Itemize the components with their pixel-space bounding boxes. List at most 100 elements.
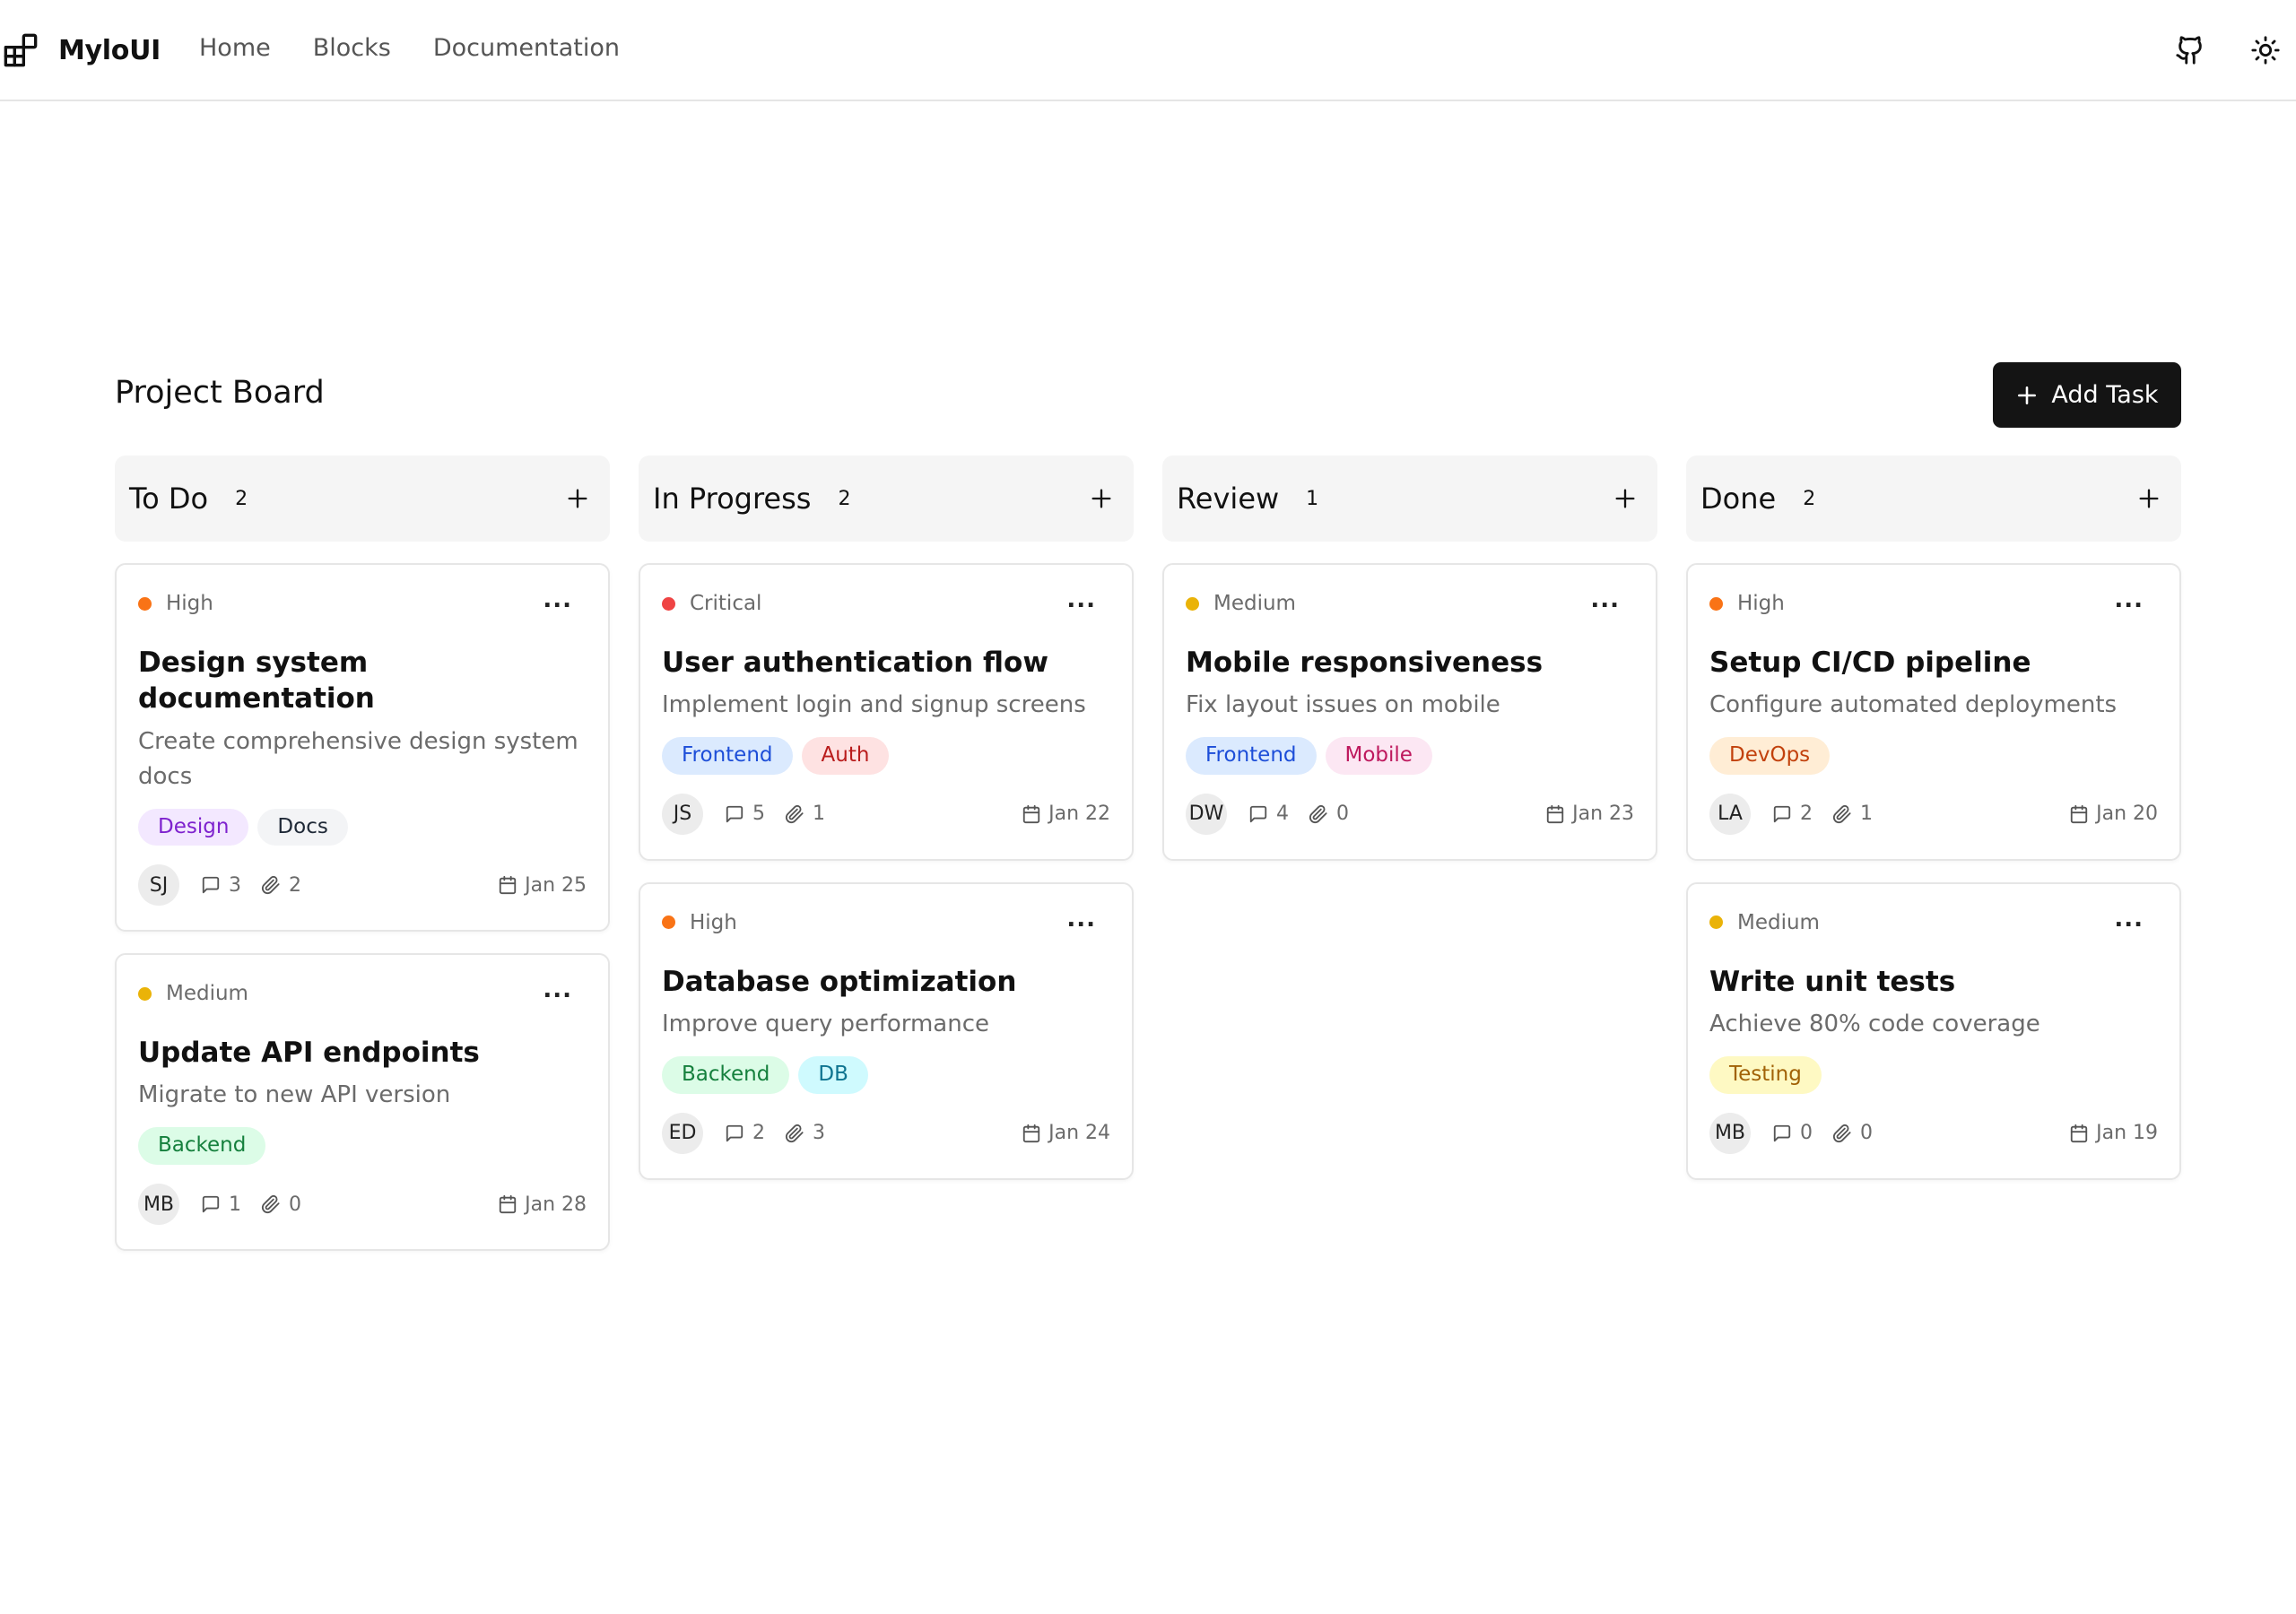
column-count: 2 <box>235 487 248 510</box>
comment-count: 1 <box>201 1193 241 1216</box>
comment-count-value: 4 <box>1276 803 1289 826</box>
column-in-progress: In Progress 2 Critical ... User authenti… <box>639 456 1134 1180</box>
brand[interactable]: MyloUI <box>3 32 161 68</box>
card-title: Write unit tests <box>1709 965 1956 998</box>
calendar-icon <box>499 1194 517 1214</box>
avatar[interactable]: SJ <box>138 864 179 907</box>
paperclip-icon <box>785 804 804 823</box>
priority-dot <box>1186 596 1199 611</box>
theme-toggle-button[interactable] <box>2248 32 2283 68</box>
priority-label: High <box>690 910 737 934</box>
comment-count: 0 <box>1772 1122 1813 1144</box>
plus-icon <box>568 489 587 508</box>
due-date: Jan 24 <box>1022 1122 1110 1144</box>
card-title: Mobile responsiveness <box>1186 646 1544 679</box>
attachment-count-value: 0 <box>1336 803 1349 826</box>
github-button[interactable] <box>2172 32 2208 68</box>
card-header: High ... <box>1709 588 2158 619</box>
task-card[interactable]: Medium ... Write unit tests Achieve 80% … <box>1686 881 2181 1180</box>
column-title: Done <box>1700 482 1777 516</box>
column-review: Review 1 Medium ... Mobile responsivenes… <box>1162 456 1657 861</box>
message-square-icon <box>1249 805 1267 823</box>
plus-icon <box>1615 489 1635 508</box>
column-add-button[interactable] <box>560 481 596 516</box>
comment-count: 2 <box>1772 803 1813 825</box>
column-header: To Do 2 <box>115 456 610 542</box>
card-header: Medium ... <box>1709 907 2158 938</box>
tag-list: Backend <box>138 1127 587 1166</box>
brand-name: MyloUI <box>58 34 161 66</box>
card-header: Medium ... <box>138 978 587 1009</box>
due-date-value: Jan 20 <box>2096 803 2158 826</box>
more-horizontal-icon[interactable]: ... <box>1066 588 1096 619</box>
column-done: Done 2 High ... Setup CI/CD pipeline Con… <box>1686 456 2181 1180</box>
attachment-count-value: 0 <box>1860 1122 1873 1145</box>
avatar[interactable]: MB <box>138 1184 179 1226</box>
tag: Auth <box>801 737 890 775</box>
nav-link-blocks[interactable]: Blocks <box>313 34 391 62</box>
tag: Mobile <box>1325 737 1432 775</box>
more-horizontal-icon[interactable]: ... <box>1590 588 1620 619</box>
comment-count-value: 1 <box>229 1193 241 1216</box>
priority-label: Medium <box>166 982 248 1006</box>
more-horizontal-icon[interactable]: ... <box>543 978 572 1009</box>
task-card[interactable]: Medium ... Mobile responsiveness Fix lay… <box>1162 563 1657 861</box>
column-add-button[interactable] <box>1607 481 1643 516</box>
tag: DevOps <box>1709 737 1831 775</box>
paperclip-icon <box>261 1195 280 1214</box>
avatar[interactable]: LA <box>1709 793 1751 835</box>
calendar-icon <box>2070 804 2088 823</box>
column-title: To Do <box>129 482 209 516</box>
blocks-icon <box>4 33 38 67</box>
message-square-icon <box>1773 805 1791 823</box>
nav-link-home[interactable]: Home <box>199 34 271 62</box>
card-title: Database optimization <box>662 965 1017 998</box>
avatar[interactable]: JS <box>662 793 703 835</box>
tag-list: Frontend Auth <box>662 737 1110 775</box>
message-square-icon <box>1773 1124 1791 1141</box>
task-card[interactable]: High ... Database optimization Improve q… <box>639 881 1134 1180</box>
card-header: High ... <box>138 588 587 619</box>
priority-dot <box>138 986 152 1001</box>
avatar[interactable]: MB <box>1709 1112 1751 1154</box>
priority-dot <box>1709 915 1723 930</box>
task-card[interactable]: High ... Design system documentation Cre… <box>115 563 610 933</box>
due-date: Jan 22 <box>1022 803 1110 825</box>
column-add-button[interactable] <box>1083 481 1119 516</box>
comment-count-value: 0 <box>1800 1122 1813 1145</box>
column-header: Review 1 <box>1162 456 1657 542</box>
avatar[interactable]: DW <box>1186 793 1227 835</box>
priority-label: Critical <box>690 592 762 615</box>
more-horizontal-icon[interactable]: ... <box>1066 907 1096 938</box>
card-list: Medium ... Mobile responsiveness Fix lay… <box>1162 563 1657 861</box>
board-title: Project Board <box>115 375 325 411</box>
add-task-button[interactable]: Add Task <box>1993 362 2181 428</box>
more-horizontal-icon[interactable]: ... <box>543 588 572 619</box>
due-date: Jan 23 <box>1545 803 1634 825</box>
due-date-value: Jan 19 <box>2096 1122 2158 1145</box>
more-horizontal-icon[interactable]: ... <box>2114 907 2144 938</box>
card-list: High ... Design system documentation Cre… <box>115 563 610 1252</box>
task-card[interactable]: Medium ... Update API endpoints Migrate … <box>115 953 610 1252</box>
card-description: Implement login and signup screens <box>662 691 1086 719</box>
column-add-button[interactable] <box>2131 481 2167 516</box>
attachment-count-value: 0 <box>289 1193 301 1216</box>
comment-count-value: 3 <box>229 873 241 897</box>
card-description: Improve query performance <box>662 1011 990 1038</box>
avatar[interactable]: ED <box>662 1112 703 1154</box>
comment-count: 5 <box>725 803 765 825</box>
card-description: Create comprehensive design system docs <box>138 727 578 790</box>
attachment-count: 0 <box>1832 1122 1873 1144</box>
priority-label: High <box>166 592 213 615</box>
task-card[interactable]: High ... Setup CI/CD pipeline Configure … <box>1686 563 2181 861</box>
tag: Backend <box>138 1127 266 1166</box>
tag: Frontend <box>662 737 793 775</box>
nav-link-documentation[interactable]: Documentation <box>433 34 620 62</box>
task-card[interactable]: Critical ... User authentication flow Im… <box>639 563 1134 861</box>
priority-label: Medium <box>1213 592 1296 615</box>
github-icon <box>2176 36 2202 65</box>
card-meta: LA 2 1 Jan 20 <box>1709 793 2158 836</box>
more-horizontal-icon[interactable]: ... <box>2114 588 2144 619</box>
plus-icon <box>2139 489 2159 508</box>
message-square-icon <box>202 1195 220 1213</box>
